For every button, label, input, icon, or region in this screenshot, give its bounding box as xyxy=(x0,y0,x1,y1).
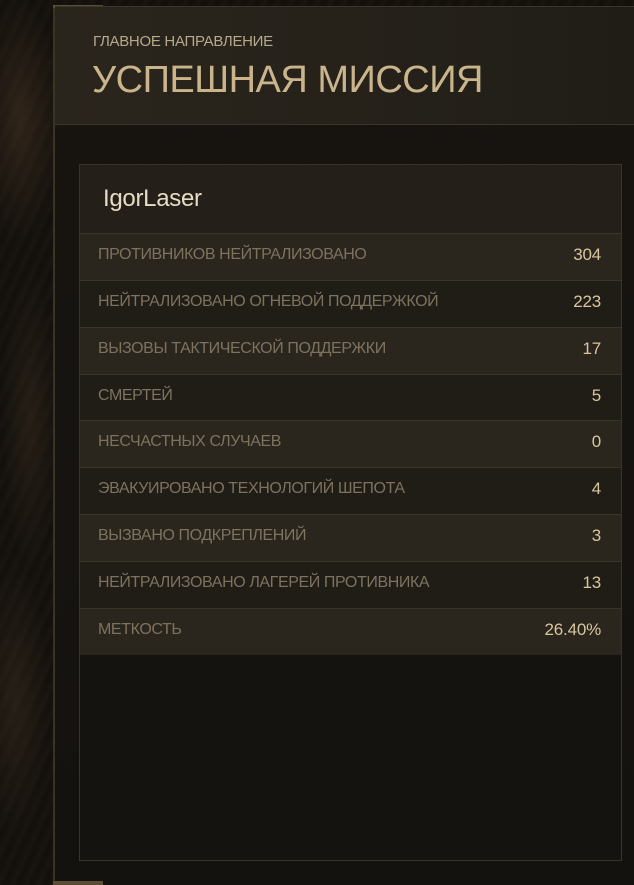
stat-label: СМЕРТЕЙ xyxy=(98,387,173,404)
stat-value: 0 xyxy=(591,432,601,451)
stat-row: НЕЙТРАЛИЗОВАНО ОГНЕВОЙ ПОДДЕРЖКОЙ 223 xyxy=(80,280,621,327)
stat-row: ВЫЗОВЫ ТАКТИЧЕСКОЙ ПОДДЕРЖКИ 17 xyxy=(80,327,621,374)
stat-row: СМЕРТЕЙ 5 xyxy=(80,374,621,421)
stat-label: НЕЙТРАЛИЗОВАНО ОГНЕВОЙ ПОДДЕРЖКОЙ xyxy=(98,293,439,310)
stat-label: МЕТКОСТЬ xyxy=(98,621,182,638)
stat-label: НЕЙТРАЛИЗОВАНО ЛАГЕРЕЙ ПРОТИВНИКА xyxy=(98,574,430,591)
stat-label: ВЫЗВАНО ПОДКРЕПЛЕНИЙ xyxy=(98,527,307,544)
stat-row: НЕЙТРАЛИЗОВАНО ЛАГЕРЕЙ ПРОТИВНИКА 13 xyxy=(80,561,621,608)
panel-corner-accent-bottom xyxy=(53,881,103,885)
player-name: IgorLaser xyxy=(103,185,202,212)
stat-row: МЕТКОСТЬ 26.40% xyxy=(80,608,621,655)
stat-row: ВЫЗВАНО ПОДКРЕПЛЕНИЙ 3 xyxy=(80,514,621,561)
stat-value: 304 xyxy=(573,245,601,264)
stat-value: 3 xyxy=(591,526,601,545)
player-header: IgorLaser xyxy=(80,165,621,233)
stat-row: ЭВАКУИРОВАНО ТЕХНОЛОГИЙ ШЕПОТА 4 xyxy=(80,467,621,514)
stat-label: ПРОТИВНИКОВ НЕЙТРАЛИЗОВАНО xyxy=(98,246,367,263)
player-stats-card: IgorLaser ПРОТИВНИКОВ НЕЙТРАЛИЗОВАНО 304… xyxy=(79,164,622,861)
stat-value: 13 xyxy=(582,573,601,592)
mission-header: ГЛАВНОЕ НАПРАВЛЕНИЕ УСПЕШНАЯ МИССИЯ xyxy=(55,6,634,125)
stat-value: 4 xyxy=(591,479,601,498)
stat-value: 17 xyxy=(582,339,601,358)
stat-label: ЭВАКУИРОВАНО ТЕХНОЛОГИЙ ШЕПОТА xyxy=(98,480,405,497)
stat-label: НЕСЧАСТНЫХ СЛУЧАЕВ xyxy=(98,433,282,450)
stat-value: 26.40% xyxy=(544,620,602,639)
stat-row: НЕСЧАСТНЫХ СЛУЧАЕВ 0 xyxy=(80,420,621,467)
stat-row: ПРОТИВНИКОВ НЕЙТРАЛИЗОВАНО 304 xyxy=(80,233,621,280)
mission-category: ГЛАВНОЕ НАПРАВЛЕНИЕ xyxy=(93,33,273,50)
stat-value: 5 xyxy=(591,386,601,405)
stat-value: 223 xyxy=(573,292,601,311)
stat-label: ВЫЗОВЫ ТАКТИЧЕСКОЙ ПОДДЕРЖКИ xyxy=(98,340,386,357)
mission-result-title: УСПЕШНАЯ МИССИЯ xyxy=(92,59,483,101)
